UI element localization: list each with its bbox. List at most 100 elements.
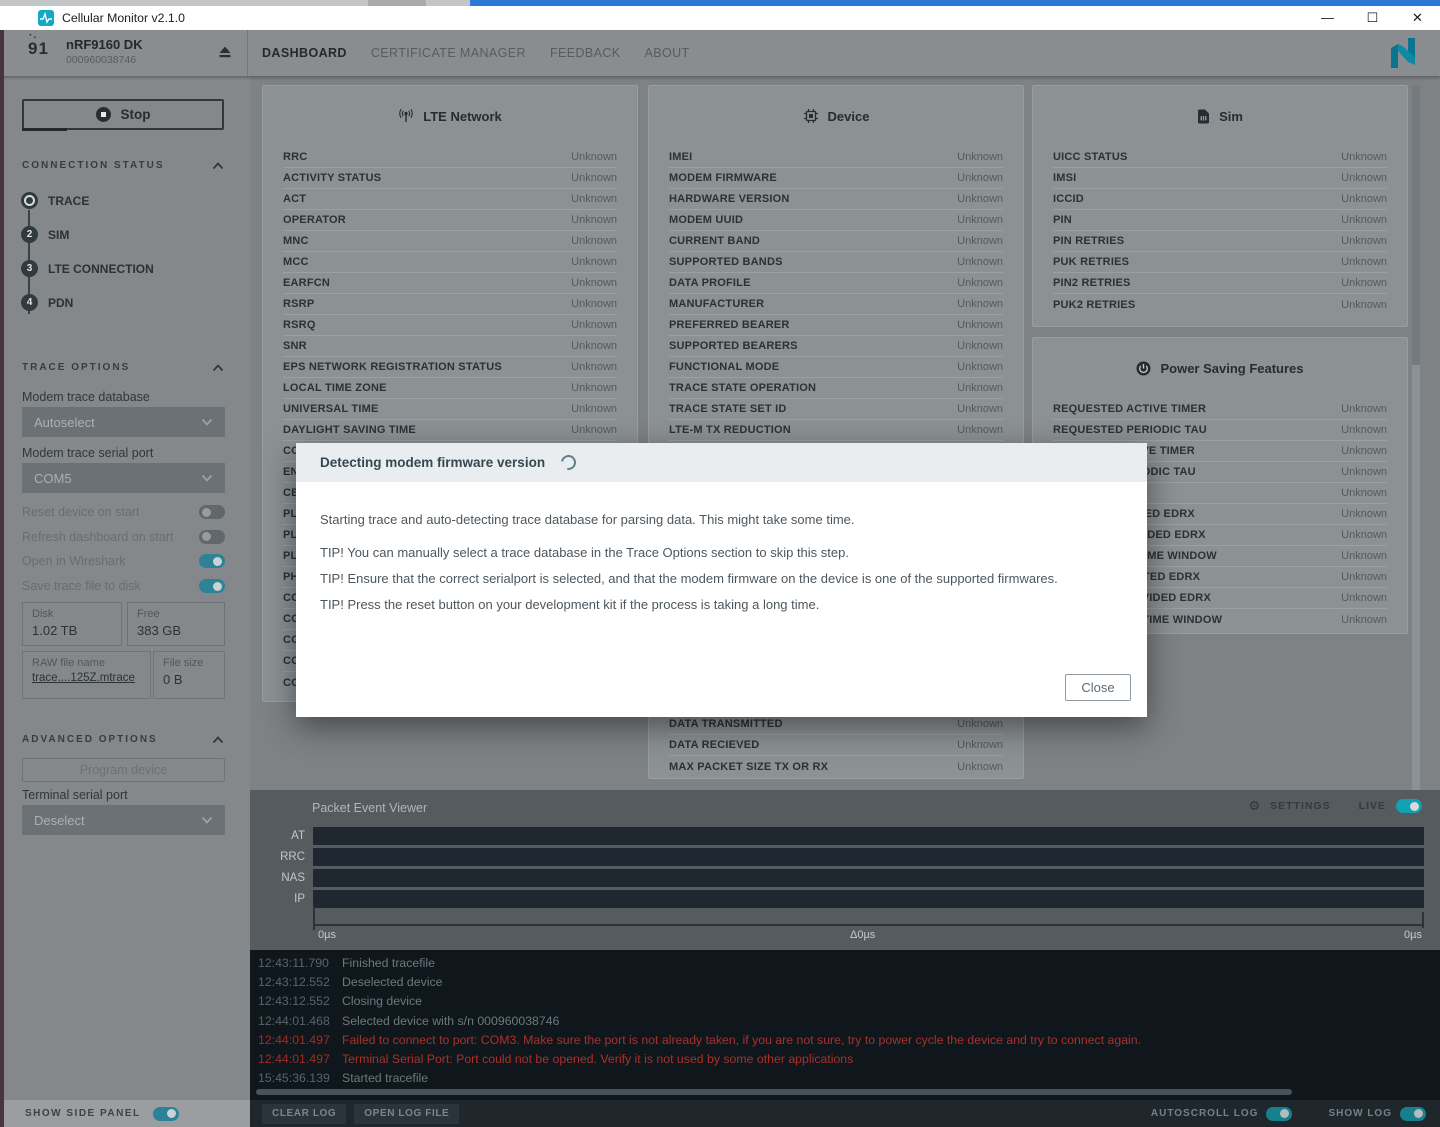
tab-about[interactable]: ABOUT bbox=[645, 46, 690, 60]
table-row: SUPPORTED BEARERSUnknown bbox=[669, 336, 1003, 357]
event-lane-at: AT bbox=[250, 827, 1424, 845]
field-value: Unknown bbox=[957, 739, 1003, 751]
maximize-button[interactable]: ☐ bbox=[1350, 6, 1395, 30]
main-vertical-scrollbar[interactable] bbox=[1412, 85, 1420, 790]
trace-options-header[interactable]: TRACE OPTIONS bbox=[22, 362, 224, 373]
field-value: Unknown bbox=[1341, 550, 1387, 562]
settings-button[interactable]: SETTINGS bbox=[1270, 800, 1331, 812]
table-row: MNCUnknown bbox=[283, 231, 617, 252]
table-row: DAYLIGHT SAVING TIMEUnknown bbox=[283, 420, 617, 441]
toggle-refresh-dashboard-on-start[interactable] bbox=[199, 530, 225, 544]
stop-button-label: Stop bbox=[121, 107, 151, 122]
stop-button[interactable]: Stop bbox=[22, 99, 224, 130]
stat-raw-file-name: RAW file nametrace....125Z.mtrace bbox=[22, 651, 151, 699]
table-row: OPERATOR Unknown bbox=[283, 210, 617, 231]
stat-label: Free bbox=[137, 608, 215, 620]
step-marker: 3 bbox=[21, 260, 38, 277]
trace-options-title: TRACE OPTIONS bbox=[22, 362, 130, 373]
step-marker: 2 bbox=[21, 226, 38, 243]
toggle-reset-device-on-start[interactable] bbox=[199, 505, 225, 519]
field-value: Unknown bbox=[957, 151, 1003, 163]
log-timestamp: 12:43:11.790 bbox=[250, 954, 342, 973]
device-selector[interactable]: 91 nRF9160 DK 000960038746 bbox=[0, 30, 248, 76]
table-row: LOCAL TIME ZONEUnknown bbox=[283, 378, 617, 399]
log-timestamp: 12:44:01.497 bbox=[250, 1031, 342, 1050]
field-value: Unknown bbox=[1341, 299, 1387, 311]
connection-status-header[interactable]: CONNECTION STATUS bbox=[22, 160, 224, 171]
raw-file-link[interactable]: trace....125Z.mtrace bbox=[32, 672, 141, 684]
connection-step-trace: TRACE bbox=[21, 192, 89, 209]
modem-trace-database-select[interactable]: Autoselect bbox=[22, 407, 225, 437]
connection-step-sim: 2SIM bbox=[21, 226, 69, 243]
field-label: MCC bbox=[283, 256, 309, 268]
field-value: Unknown bbox=[957, 277, 1003, 289]
lane-track[interactable] bbox=[313, 848, 1424, 866]
show-log-toggle[interactable] bbox=[1400, 1107, 1426, 1121]
modem-trace-serial-port-select[interactable]: COM5 bbox=[22, 463, 225, 493]
log-message: Closing device bbox=[342, 992, 422, 1011]
table-row: DATA PROFILEUnknown bbox=[669, 273, 1003, 294]
lane-track[interactable] bbox=[313, 869, 1424, 887]
field-value: Unknown bbox=[957, 361, 1003, 373]
field-value: Unknown bbox=[571, 214, 617, 226]
tab-feedback[interactable]: FEEDBACK bbox=[550, 46, 621, 60]
field-value: Unknown bbox=[1341, 487, 1387, 499]
footer-side-panel-bar: SHOW SIDE PANEL bbox=[0, 1100, 250, 1127]
advanced-options-title: ADVANCED OPTIONS bbox=[22, 734, 158, 745]
advanced-options-header[interactable]: ADVANCED OPTIONS bbox=[22, 734, 224, 745]
packet-event-viewer: Packet Event Viewer ⚙ SETTINGS LIVE ATRR… bbox=[250, 790, 1440, 950]
open-log-file-button[interactable]: OPEN LOG FILE bbox=[354, 1104, 459, 1124]
field-value: Unknown bbox=[1341, 403, 1387, 415]
close-window-button[interactable]: ✕ bbox=[1395, 6, 1440, 30]
log-entry: 12:44:01.468Selected device with s/n 000… bbox=[250, 1012, 1440, 1031]
lane-track[interactable] bbox=[313, 827, 1424, 845]
stop-icon bbox=[96, 107, 111, 122]
card-title: Device bbox=[828, 109, 870, 124]
field-value: Unknown bbox=[571, 151, 617, 163]
toggle-open-in-wireshark[interactable] bbox=[199, 554, 225, 568]
minimize-button[interactable]: — bbox=[1305, 6, 1350, 30]
program-device-button[interactable]: Program device bbox=[22, 758, 225, 782]
terminal-serial-port-label: Terminal serial port bbox=[22, 788, 128, 802]
stat-value: 1.02 TB bbox=[32, 623, 112, 638]
log-horizontal-scrollbar[interactable] bbox=[256, 1089, 1292, 1095]
field-value: Unknown bbox=[957, 382, 1003, 394]
field-value: Unknown bbox=[957, 298, 1003, 310]
field-value: Unknown bbox=[1341, 256, 1387, 268]
step-marker bbox=[21, 192, 38, 209]
lane-track[interactable] bbox=[313, 890, 1424, 908]
log-entry: 12:44:01.497Failed to connect to port: C… bbox=[250, 1031, 1440, 1050]
toggle-label: Reset device on start bbox=[22, 505, 139, 519]
eject-device-icon[interactable] bbox=[217, 44, 233, 60]
terminal-serial-port-value: Deselect bbox=[34, 813, 85, 828]
tab-certificate-manager[interactable]: CERTIFICATE MANAGER bbox=[371, 46, 526, 60]
table-row: TRACE STATE OPERATION Unknown bbox=[669, 378, 1003, 399]
toggle-save-trace-file-to-disk[interactable] bbox=[199, 579, 225, 593]
detecting-firmware-dialog: Detecting modem firmware version Startin… bbox=[296, 443, 1147, 717]
field-value: Unknown bbox=[571, 193, 617, 205]
autoscroll-log-toggle[interactable] bbox=[1266, 1107, 1292, 1121]
time-axis bbox=[313, 924, 1424, 926]
clear-log-button[interactable]: CLEAR LOG bbox=[262, 1104, 346, 1124]
lane-label: RRC bbox=[250, 848, 305, 866]
chevron-down-icon bbox=[201, 474, 213, 482]
table-row: REQUESTED ACTIVE TIMERUnknown bbox=[1053, 399, 1387, 420]
field-label: LTE-M TX REDUCTION bbox=[669, 424, 791, 436]
power-saving-card-header: Power Saving Features bbox=[1033, 346, 1407, 390]
navbar: 91 nRF9160 DK 000960038746 DASHBOARD CERT… bbox=[0, 30, 1440, 76]
table-row: RSRPUnknown bbox=[283, 294, 617, 315]
show-side-panel-toggle[interactable] bbox=[153, 1107, 179, 1121]
table-row: PIN RETRIESUnknown bbox=[1053, 231, 1387, 252]
close-dialog-button[interactable]: Close bbox=[1065, 674, 1131, 701]
field-value: Unknown bbox=[571, 235, 617, 247]
field-label: EARFCN bbox=[283, 277, 330, 289]
field-value: Unknown bbox=[957, 172, 1003, 184]
scrollbar-thumb[interactable] bbox=[1412, 85, 1420, 365]
field-label: TRACE STATE OPERATION bbox=[669, 382, 816, 394]
terminal-serial-port-select[interactable]: Deselect bbox=[22, 805, 225, 835]
sim-icon bbox=[1197, 109, 1210, 124]
live-toggle[interactable] bbox=[1396, 799, 1422, 813]
field-label: OPERATOR bbox=[283, 214, 346, 226]
table-row: SUPPORTED BANDSUnknown bbox=[669, 252, 1003, 273]
tab-dashboard[interactable]: DASHBOARD bbox=[262, 46, 347, 60]
